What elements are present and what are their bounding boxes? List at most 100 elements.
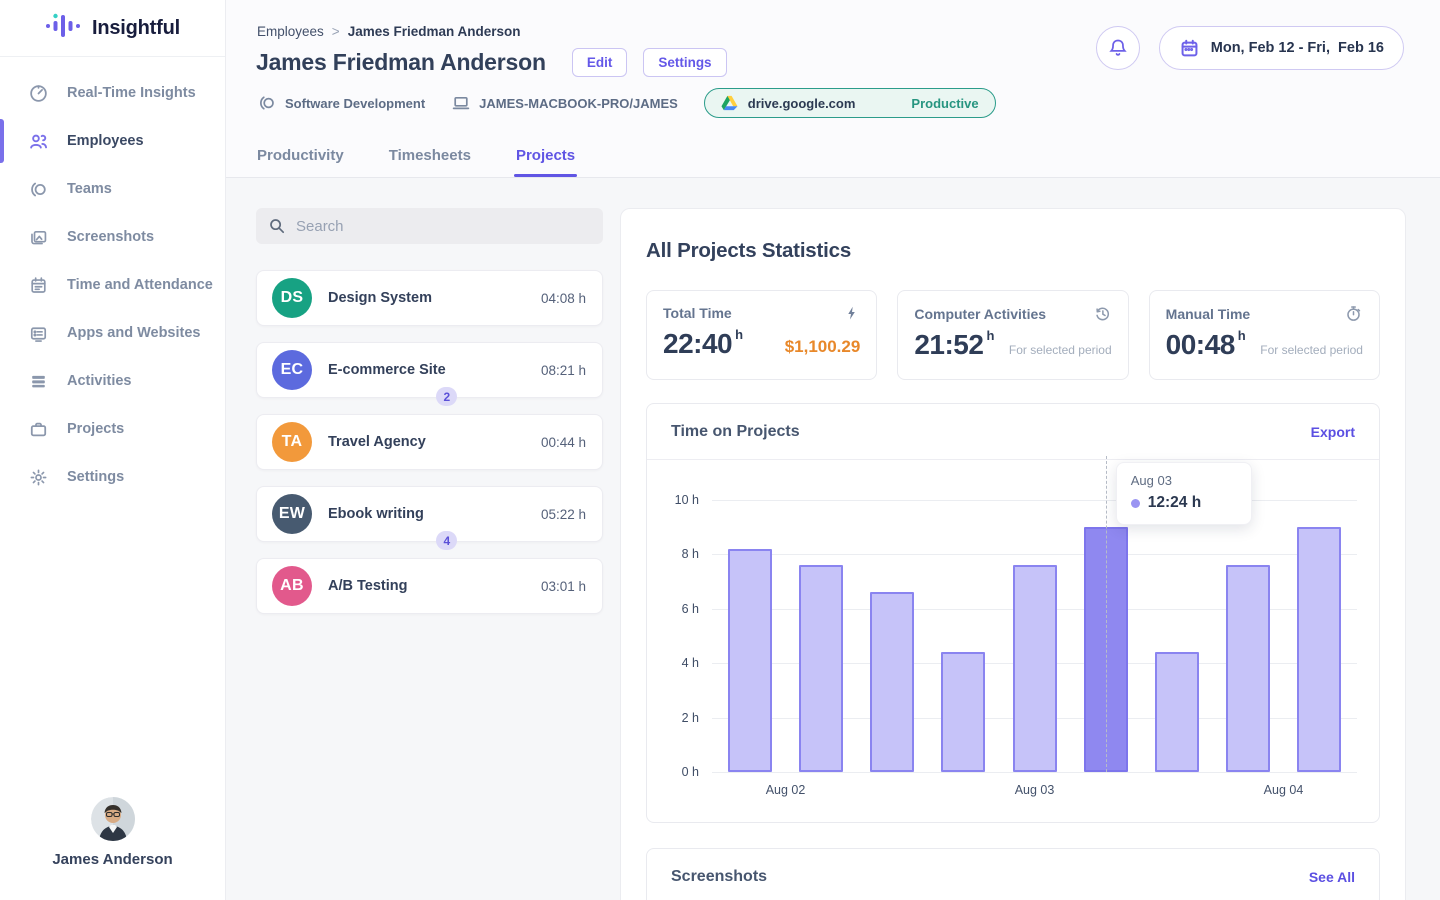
y-axis-tick: 8 h xyxy=(682,547,699,561)
user-name: James Anderson xyxy=(52,851,172,868)
page-title: James Friedman Anderson xyxy=(256,49,546,76)
project-name: A/B Testing xyxy=(328,578,407,594)
chart-bar[interactable] xyxy=(870,592,914,772)
project-name: E-commerce Site xyxy=(328,362,446,378)
project-count-badge: 4 xyxy=(436,531,457,550)
breadcrumb-current: James Friedman Anderson xyxy=(348,24,521,39)
projects-column: DSDesign System04:08 hECE-commerce Site0… xyxy=(256,208,603,630)
date-range-label: Mon, Feb 12 - Fri, Feb 16 xyxy=(1211,40,1384,56)
stat-unit: h xyxy=(1238,328,1246,343)
chart-bar[interactable] xyxy=(941,652,985,772)
tab-productivity[interactable]: Productivity xyxy=(257,147,344,177)
project-list-item[interactable]: EWEbook writing05:22 h4 xyxy=(256,486,603,542)
sidebar-item-label: Time and Attendance xyxy=(67,277,213,293)
top-activity-pill[interactable]: drive.google.com Productive xyxy=(704,88,996,118)
y-axis-tick: 4 h xyxy=(682,656,699,670)
sidebar-item-activities[interactable]: Activities xyxy=(0,357,225,405)
team-meta: Software Development xyxy=(257,93,425,113)
project-name: Travel Agency xyxy=(328,434,426,450)
sidebar-item-settings[interactable]: Settings xyxy=(0,453,225,501)
sidebar-item-teams[interactable]: Teams xyxy=(0,165,225,213)
sidebar-item-label: Screenshots xyxy=(67,229,154,245)
x-axis-label: Aug 03 xyxy=(1015,783,1055,797)
sidebar-item-projects[interactable]: Projects xyxy=(0,405,225,453)
x-axis-label: Aug 04 xyxy=(1264,783,1304,797)
app-root: Insightful Real-Time InsightsEmployeesTe… xyxy=(0,0,1440,900)
gear-icon xyxy=(28,467,49,488)
y-axis-tick: 0 h xyxy=(682,765,699,779)
content-area: DSDesign System04:08 hECE-commerce Site0… xyxy=(226,178,1440,900)
team-name: Software Development xyxy=(285,96,425,111)
section-title: All Projects Statistics xyxy=(646,239,1380,263)
chart-bar[interactable] xyxy=(1226,565,1270,772)
chart-bar[interactable] xyxy=(1155,652,1199,772)
sidebar-item-real-time-insights[interactable]: Real-Time Insights xyxy=(0,69,225,117)
chart-bar[interactable] xyxy=(799,565,843,772)
sidebar-item-screenshots[interactable]: Screenshots xyxy=(0,213,225,261)
tab-timesheets[interactable]: Timesheets xyxy=(389,147,471,177)
search-input[interactable] xyxy=(296,218,591,235)
screenshots-title: Screenshots xyxy=(671,868,767,886)
stat-unit: h xyxy=(986,328,994,343)
tab-bar: Productivity Timesheets Projects xyxy=(257,147,575,177)
chart-tooltip: Aug 03 12:24 h xyxy=(1116,462,1252,525)
breadcrumb-employees[interactable]: Employees xyxy=(257,24,324,39)
project-list-item[interactable]: DSDesign System04:08 h xyxy=(256,270,603,326)
computer-name: JAMES-MACBOOK-PRO/JAMES xyxy=(479,96,678,111)
main-area: Employees > James Friedman Anderson Jame… xyxy=(226,0,1440,900)
project-avatar: EW xyxy=(272,494,312,534)
project-time: 03:01 h xyxy=(541,579,586,594)
team-icon xyxy=(257,93,277,113)
project-search[interactable] xyxy=(256,208,603,244)
project-list-item[interactable]: AB A/B Testing 03:01 h xyxy=(256,558,603,614)
y-axis-tick: 10 h xyxy=(675,493,699,507)
sidebar-item-label: Activities xyxy=(67,373,131,389)
see-all-button[interactable]: See All xyxy=(1309,869,1355,885)
sidebar-user[interactable]: James Anderson xyxy=(0,797,225,868)
stat-label: Computer Activities xyxy=(914,306,1046,322)
project-avatar: DS xyxy=(272,278,312,318)
earnings-value: $1,100.29 xyxy=(785,337,861,360)
export-button[interactable]: Export xyxy=(1311,424,1355,440)
project-list-item[interactable]: TATravel Agency00:44 h xyxy=(256,414,603,470)
list-box-icon xyxy=(28,323,49,344)
brand[interactable]: Insightful xyxy=(0,0,225,57)
bell-icon xyxy=(1107,37,1129,59)
tab-projects[interactable]: Projects xyxy=(516,147,575,177)
settings-button[interactable]: Settings xyxy=(643,48,726,77)
stat-label: Total Time xyxy=(663,305,732,321)
sidebar-item-label: Apps and Websites xyxy=(67,325,200,341)
sidebar-item-apps-and-websites[interactable]: Apps and Websites xyxy=(0,309,225,357)
sidebar-item-employees[interactable]: Employees xyxy=(0,117,225,165)
chart-title: Time on Projects xyxy=(671,423,800,441)
stat-unit: h xyxy=(735,327,743,342)
briefcase-icon xyxy=(28,419,49,440)
calendar-icon xyxy=(1179,38,1200,59)
chart-bar[interactable] xyxy=(1013,565,1057,772)
brand-name: Insightful xyxy=(92,17,180,40)
chart-bar[interactable] xyxy=(728,549,772,772)
project-name: Design System xyxy=(328,290,432,306)
stat-card-computer-activities: Computer Activities21:52hFor selected pe… xyxy=(897,290,1128,380)
screenshots-icon xyxy=(28,227,49,248)
project-count-badge: 2 xyxy=(436,387,457,406)
rows-icon xyxy=(28,371,49,392)
project-avatar: EC xyxy=(272,350,312,390)
project-avatar: AB xyxy=(272,566,312,606)
series-dot-icon xyxy=(1131,499,1140,508)
chart-hover-line xyxy=(1106,456,1107,772)
notifications-button[interactable] xyxy=(1096,26,1140,70)
gauge-icon xyxy=(28,83,49,104)
sidebar-item-label: Projects xyxy=(67,421,124,437)
chart-bar[interactable] xyxy=(1297,527,1341,772)
laptop-icon xyxy=(451,93,471,113)
page-header: Employees > James Friedman Anderson Jame… xyxy=(226,0,1440,178)
stat-card-manual-time: Manual Time00:48hFor selected period xyxy=(1149,290,1380,380)
edit-button[interactable]: Edit xyxy=(572,48,628,77)
sidebar-item-time-and-attendance[interactable]: Time and Attendance xyxy=(0,261,225,309)
people-icon xyxy=(28,131,49,152)
project-list-item[interactable]: ECE-commerce Site08:21 h2 xyxy=(256,342,603,398)
google-drive-icon xyxy=(721,95,738,111)
active-indicator xyxy=(0,119,4,163)
date-range-picker[interactable]: Mon, Feb 12 - Fri, Feb 16 xyxy=(1159,26,1404,70)
